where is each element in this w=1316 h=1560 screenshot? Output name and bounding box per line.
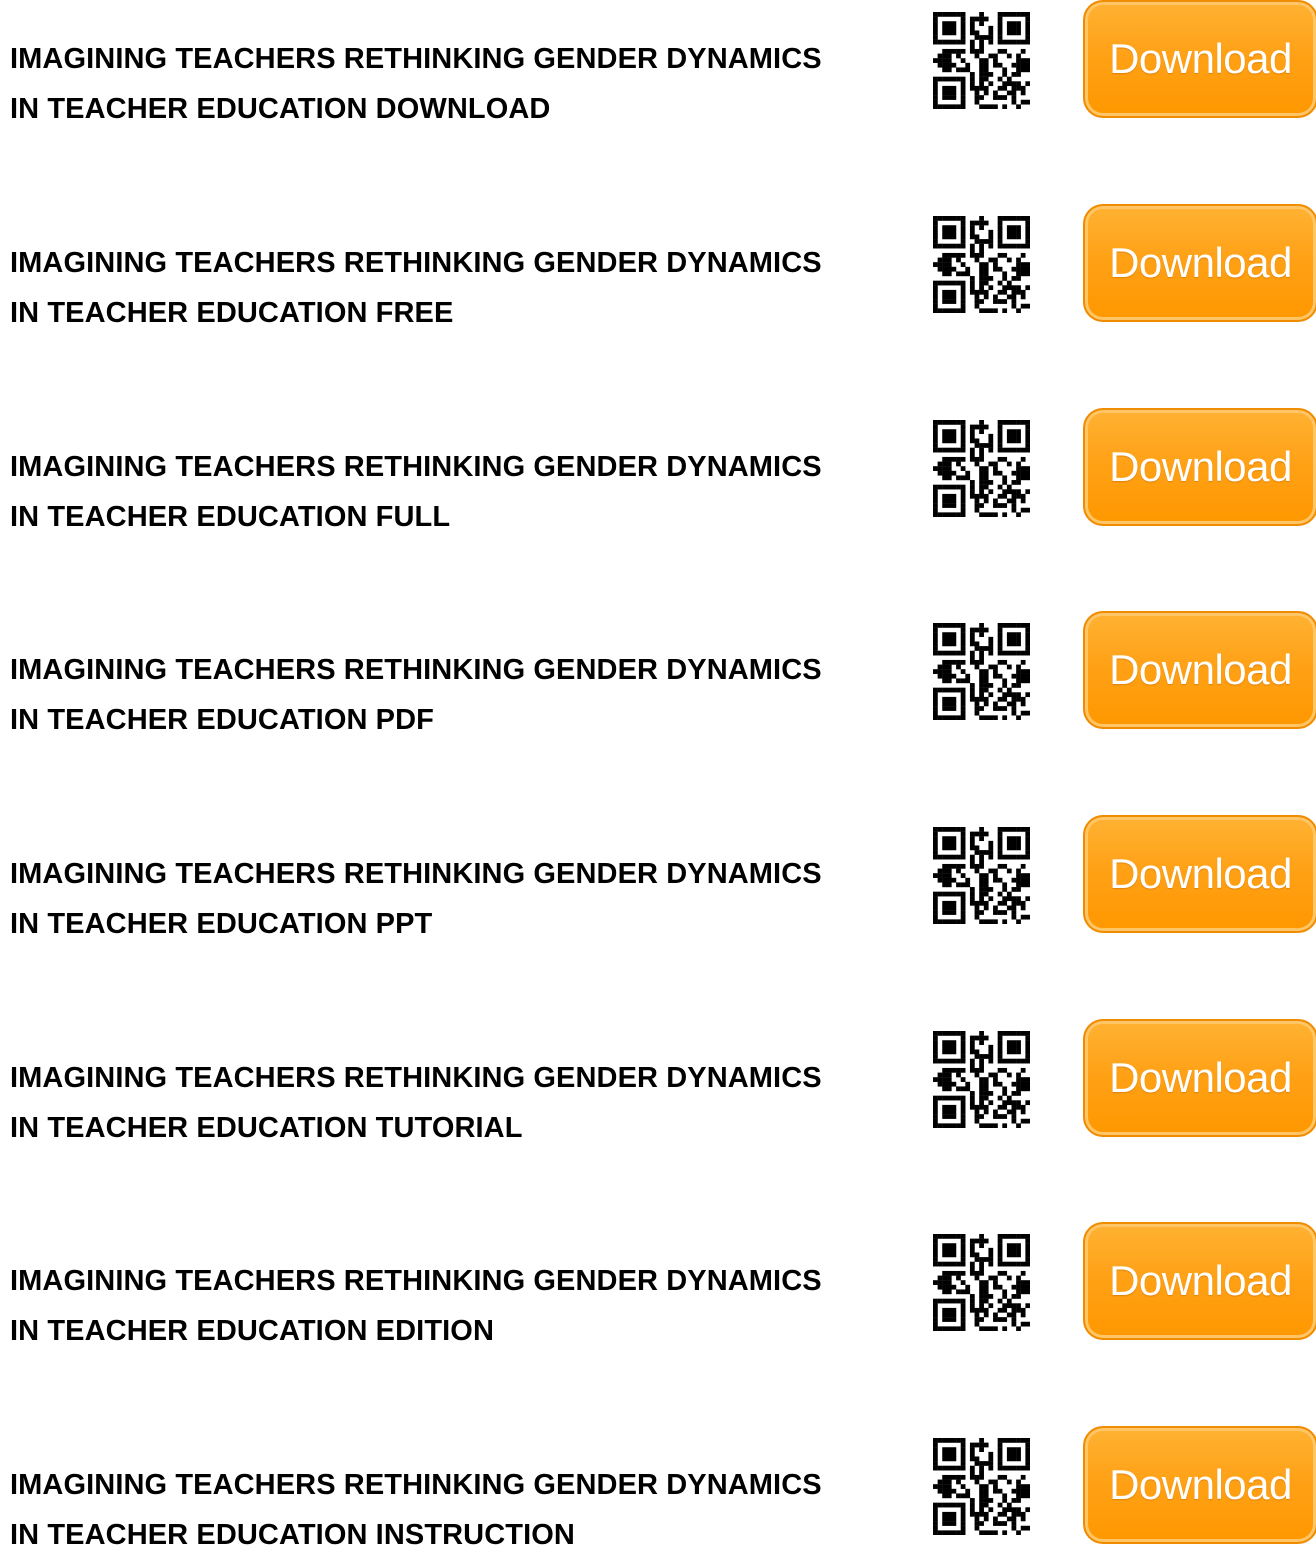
qr-code-icon (933, 12, 1030, 109)
download-button[interactable]: Download (1083, 815, 1316, 933)
item-title-line: IN TEACHER EDUCATION TUTORIAL (10, 1112, 523, 1144)
item-title: IMAGINING TEACHERS RETHINKING GENDER DYN… (10, 34, 910, 134)
item-title-line: IN TEACHER EDUCATION PDF (10, 704, 434, 736)
qr-code-graphic (933, 1031, 1030, 1128)
item-title: IMAGINING TEACHERS RETHINKING GENDER DYN… (10, 849, 910, 949)
qr-code-graphic (933, 420, 1030, 517)
download-button-label: Download (1109, 850, 1292, 897)
qr-code-graphic (933, 623, 1030, 720)
download-button-label: Download (1109, 1054, 1292, 1101)
list-item: IMAGINING TEACHERS RETHINKING GENDER DYN… (0, 815, 1316, 940)
download-button[interactable]: Download (1083, 204, 1316, 322)
list-item: IMAGINING TEACHERS RETHINKING GENDER DYN… (0, 0, 1316, 125)
qr-code-graphic (933, 1438, 1030, 1535)
qr-code-icon (933, 1438, 1030, 1535)
download-button[interactable]: Download (1083, 1019, 1316, 1137)
item-title-line: IN TEACHER EDUCATION PPT (10, 908, 433, 940)
list-item: IMAGINING TEACHERS RETHINKING GENDER DYN… (0, 204, 1316, 329)
item-title-line: IN TEACHER EDUCATION EDITION (10, 1315, 494, 1347)
qr-code-icon (933, 1031, 1030, 1128)
download-button[interactable]: Download (1083, 1426, 1316, 1544)
download-button-label: Download (1109, 1461, 1292, 1508)
qr-code-graphic (933, 827, 1030, 924)
item-title-line: IMAGINING TEACHERS RETHINKING GENDER DYN… (10, 247, 822, 279)
qr-code-icon (933, 623, 1030, 720)
item-title-line: IMAGINING TEACHERS RETHINKING GENDER DYN… (10, 43, 822, 75)
download-button[interactable]: Download (1083, 611, 1316, 729)
item-title: IMAGINING TEACHERS RETHINKING GENDER DYN… (10, 1460, 910, 1560)
download-button[interactable]: Download (1083, 0, 1316, 118)
download-button[interactable]: Download (1083, 408, 1316, 526)
download-button-label: Download (1109, 443, 1292, 490)
item-title-line: IN TEACHER EDUCATION FULL (10, 501, 451, 533)
download-button-label: Download (1109, 35, 1292, 82)
item-title: IMAGINING TEACHERS RETHINKING GENDER DYN… (10, 645, 910, 745)
item-title-line: IMAGINING TEACHERS RETHINKING GENDER DYN… (10, 1265, 822, 1297)
list-item: IMAGINING TEACHERS RETHINKING GENDER DYN… (0, 1222, 1316, 1347)
item-title: IMAGINING TEACHERS RETHINKING GENDER DYN… (10, 238, 910, 338)
item-title-line: IMAGINING TEACHERS RETHINKING GENDER DYN… (10, 1469, 822, 1501)
item-title-line: IMAGINING TEACHERS RETHINKING GENDER DYN… (10, 858, 822, 890)
item-title-line: IMAGINING TEACHERS RETHINKING GENDER DYN… (10, 654, 822, 686)
item-title-line: IMAGINING TEACHERS RETHINKING GENDER DYN… (10, 1062, 822, 1094)
item-title: IMAGINING TEACHERS RETHINKING GENDER DYN… (10, 1256, 910, 1356)
qr-code-graphic (933, 216, 1030, 313)
qr-code-icon (933, 420, 1030, 517)
qr-code-icon (933, 827, 1030, 924)
list-item: IMAGINING TEACHERS RETHINKING GENDER DYN… (0, 1426, 1316, 1551)
list-item: IMAGINING TEACHERS RETHINKING GENDER DYN… (0, 611, 1316, 736)
qr-code-graphic (933, 12, 1030, 109)
item-title-line: IMAGINING TEACHERS RETHINKING GENDER DYN… (10, 451, 822, 483)
item-title-line: IN TEACHER EDUCATION INSTRUCTION (10, 1519, 575, 1551)
item-title-line: IN TEACHER EDUCATION FREE (10, 297, 454, 329)
item-title: IMAGINING TEACHERS RETHINKING GENDER DYN… (10, 442, 910, 542)
item-title: IMAGINING TEACHERS RETHINKING GENDER DYN… (10, 1053, 910, 1153)
qr-code-icon (933, 1234, 1030, 1331)
qr-code-icon (933, 216, 1030, 313)
download-button-label: Download (1109, 239, 1292, 286)
item-title-line: IN TEACHER EDUCATION DOWNLOAD (10, 93, 551, 125)
download-button-label: Download (1109, 1257, 1292, 1304)
qr-code-graphic (933, 1234, 1030, 1331)
download-button[interactable]: Download (1083, 1222, 1316, 1340)
list-item: IMAGINING TEACHERS RETHINKING GENDER DYN… (0, 408, 1316, 533)
download-button-label: Download (1109, 646, 1292, 693)
list-item: IMAGINING TEACHERS RETHINKING GENDER DYN… (0, 1019, 1316, 1144)
